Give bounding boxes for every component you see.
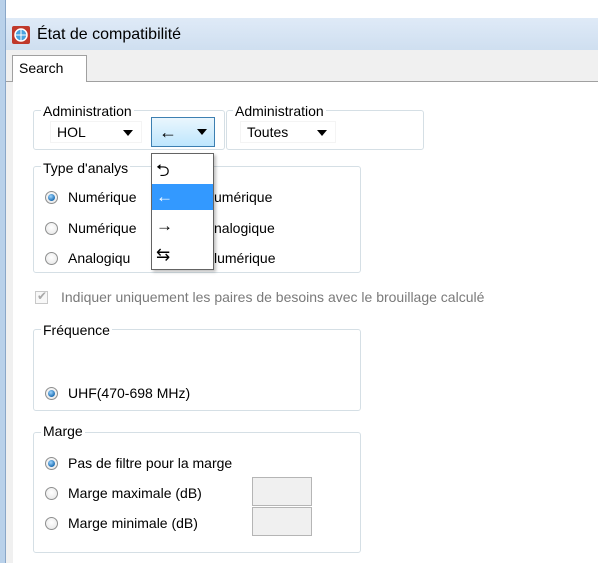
direction-select[interactable]: ← xyxy=(151,117,215,147)
margin-max-input[interactable] xyxy=(252,477,312,506)
analysis-label-2-left: Numérique xyxy=(68,220,137,236)
analysis-radio-2[interactable] xyxy=(45,222,58,235)
window-title: État de compatibilité xyxy=(37,26,182,43)
admin-select-2-value: Toutes xyxy=(247,124,289,140)
admin-legend-1: Administration xyxy=(41,103,134,119)
frequency-radio-uhf[interactable] xyxy=(45,387,58,400)
frequency-label-uhf: UHF(470-698 MHz) xyxy=(68,385,191,401)
margin-radio-max[interactable] xyxy=(45,487,58,500)
margin-radio-min[interactable] xyxy=(45,517,58,530)
chevron-down-icon xyxy=(317,130,327,136)
margin-legend: Marge xyxy=(41,423,85,439)
analysis-label-3-right: lumérique xyxy=(214,250,276,266)
margin-label-none: Pas de filtre pour la marge xyxy=(68,455,233,471)
analysis-label-3-left: Analogiqu xyxy=(68,250,131,266)
margin-label-min: Marge minimale (dB) xyxy=(68,515,198,531)
chevron-down-icon xyxy=(197,129,207,135)
frequency-legend: Fréquence xyxy=(41,322,112,338)
tab-search[interactable]: Search xyxy=(12,55,87,82)
analysis-label-1-right: umérique xyxy=(214,189,273,205)
direction-option-left[interactable]: ← xyxy=(152,184,213,210)
admin-select-2[interactable]: Toutes xyxy=(240,121,336,143)
app-logo-icon xyxy=(12,26,30,44)
direction-dropdown-list[interactable]: ⮌ ← → ⇆ xyxy=(151,153,214,270)
admin-select-1[interactable]: HOL xyxy=(50,121,142,143)
analysis-radio-1[interactable] xyxy=(45,191,58,204)
margin-min-input[interactable] xyxy=(252,507,312,536)
interference-only-label: Indiquer uniquement les paires de besoin… xyxy=(61,289,485,305)
chevron-down-icon xyxy=(123,130,133,136)
admin-select-1-value: HOL xyxy=(57,124,86,140)
analysis-radio-3[interactable] xyxy=(45,252,58,265)
admin-legend-2: Administration xyxy=(233,103,326,119)
direction-option-both[interactable]: ⇆ xyxy=(152,242,213,268)
analysis-label-2-right: nalogique xyxy=(214,220,275,236)
margin-radio-none[interactable] xyxy=(45,457,58,470)
direction-select-value: ← xyxy=(159,122,177,142)
analysis-label-1-left: Numérique xyxy=(68,189,137,205)
interference-only-checkbox[interactable]: ✔ xyxy=(35,289,48,304)
analysis-legend: Type d'analys xyxy=(41,160,131,176)
checkmark-icon: ✔ xyxy=(37,289,48,303)
direction-option-return[interactable]: ⮌ xyxy=(152,158,213,184)
margin-label-max: Marge maximale (dB) xyxy=(68,485,202,501)
direction-option-right[interactable]: → xyxy=(152,213,213,239)
